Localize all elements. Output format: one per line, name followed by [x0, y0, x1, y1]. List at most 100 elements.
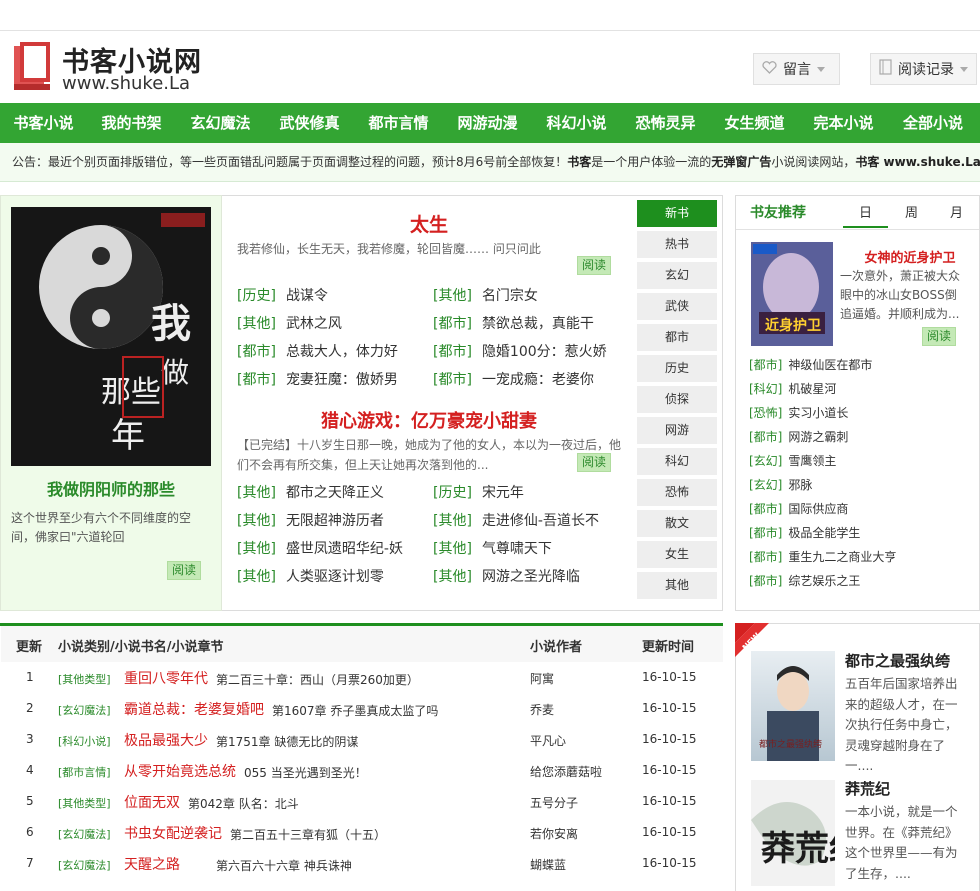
table-row[interactable]: 7 [玄幻魔法] 天醒之路 第六百六十六章 神兵诛神 蝴蝶蓝 16-10-15: [0, 854, 723, 885]
row-book[interactable]: 书虫女配逆袭记: [124, 823, 222, 843]
list2-item[interactable]: [其他] 网游之圣光降临: [433, 566, 580, 586]
table-row[interactable]: 3 [科幻小说] 极品最强大少 第1751章 缺德无比的阴谋 平凡心 16-10…: [0, 730, 723, 761]
row-author[interactable]: 乔麦: [530, 701, 554, 718]
recommend-list-item[interactable]: [恐怖] 实习小道长: [749, 404, 848, 421]
new-book-cover[interactable]: 莽荒纪: [751, 780, 835, 886]
recommend-list-item[interactable]: [玄幻] 雪鹰领主: [749, 452, 836, 469]
tab-month[interactable]: 月: [934, 202, 979, 221]
logo-book-icon[interactable]: [12, 40, 58, 92]
list2-item[interactable]: [历史] 宋元年: [433, 482, 524, 502]
row-chapter[interactable]: 第1607章 乔子墨真成太监了吗: [272, 702, 438, 719]
row-book[interactable]: 天醒之路: [124, 854, 180, 874]
row-chapter[interactable]: 第1751章 缺德无比的阴谋: [216, 733, 358, 750]
row-category[interactable]: [玄幻魔法]: [58, 826, 111, 842]
row-author[interactable]: 蝴蝶蓝: [530, 856, 566, 873]
tab-detective[interactable]: 侦探: [637, 386, 717, 413]
tab-history[interactable]: 历史: [637, 355, 717, 382]
recommend-top-name[interactable]: 女神的近身护卫: [848, 247, 972, 266]
nav-item-scifi[interactable]: 科幻小说: [532, 103, 621, 143]
tab-new[interactable]: 新书: [637, 200, 717, 227]
list1-item[interactable]: [都市] 隐婚100分：惹火娇: [433, 341, 607, 361]
recommend-list-item[interactable]: [都市] 神级仙医在都市: [749, 356, 872, 373]
book1-title[interactable]: 太生: [222, 210, 636, 237]
table-row[interactable]: 4 [都市言情] 从零开始竟选总统 055 当圣光遇到圣光！ 给您添蘑菇啦 16…: [0, 761, 723, 792]
nav-item-fantasy[interactable]: 玄幻魔法: [176, 103, 265, 143]
list2-item[interactable]: [其他] 气尊啸天下: [433, 538, 552, 558]
row-category[interactable]: [玄幻魔法]: [58, 702, 111, 718]
list2-item[interactable]: [其他] 盛世凤遗昭华纪-妖: [237, 538, 403, 558]
tab-day[interactable]: 日: [843, 202, 888, 228]
table-row[interactable]: 1 [其他类型] 重回八零年代 第二百三十章：西山（月票260加更） 阿寓 16…: [0, 668, 723, 699]
nav-item-finished[interactable]: 完本小说: [799, 103, 888, 143]
recommend-list-item[interactable]: [都市] 综艺娱乐之王: [749, 572, 860, 589]
row-chapter[interactable]: 055 当圣光遇到圣光！: [244, 764, 367, 781]
recommend-cover[interactable]: 近身护卫: [751, 242, 833, 346]
list1-item[interactable]: [都市] 宠妻狂魔：傲娇男: [237, 369, 398, 389]
table-row[interactable]: 6 [玄幻魔法] 书虫女配逆袭记 第二百五十三章有狐（十五） 若你安离 16-1…: [0, 823, 723, 854]
tab-prose[interactable]: 散文: [637, 510, 717, 537]
logo-domain[interactable]: www.shuke.La: [62, 73, 190, 94]
row-category[interactable]: [科幻小说]: [58, 733, 111, 749]
featured-title[interactable]: 我做阴阳师的那些: [0, 476, 222, 500]
row-author[interactable]: 若你安离: [530, 825, 578, 842]
row-book[interactable]: 从零开始竟选总统: [124, 761, 236, 781]
row-author[interactable]: 阿寓: [530, 670, 554, 687]
book2-read-button[interactable]: 阅读: [577, 453, 611, 472]
row-category[interactable]: [其他类型]: [58, 671, 111, 687]
nav-item-wuxia[interactable]: 武侠修真: [265, 103, 354, 143]
row-category[interactable]: [都市言情]: [58, 764, 111, 780]
row-category[interactable]: [玄幻魔法]: [58, 857, 111, 873]
message-button[interactable]: 留言: [753, 53, 840, 85]
row-chapter[interactable]: 第二百五十三章有狐（十五）: [230, 826, 386, 843]
list1-item[interactable]: [其他] 名门宗女: [433, 285, 538, 305]
tab-female[interactable]: 女生: [637, 541, 717, 568]
featured-cover[interactable]: 我 做 那些 年: [11, 207, 211, 466]
recommend-list-item[interactable]: [都市] 网游之霸刺: [749, 428, 848, 445]
new-book-title[interactable]: 莽荒纪: [845, 778, 890, 799]
tab-scifi[interactable]: 科幻: [637, 448, 717, 475]
tab-wuxia[interactable]: 武侠: [637, 293, 717, 320]
row-author[interactable]: 给您添蘑菇啦: [530, 763, 602, 780]
table-row[interactable]: 2 [玄幻魔法] 霸道总裁：老婆复婚吧 第1607章 乔子墨真成太监了吗 乔麦 …: [0, 699, 723, 730]
recommend-list-item[interactable]: [都市] 极品全能学生: [749, 524, 860, 541]
row-book[interactable]: 重回八零年代: [124, 668, 208, 688]
nav-item-horror[interactable]: 恐怖灵异: [621, 103, 710, 143]
list2-item[interactable]: [其他] 无限超神游历者: [237, 510, 384, 530]
recommend-list-item[interactable]: [科幻] 机破星河: [749, 380, 836, 397]
row-chapter[interactable]: 第六百六十六章 神兵诛神: [216, 857, 352, 874]
row-chapter[interactable]: 第042章 队名：北斗: [188, 795, 299, 812]
recommend-list-item[interactable]: [都市] 重生九二之商业大亨: [749, 548, 896, 565]
list1-item[interactable]: [历史] 战谋令: [237, 285, 328, 305]
tab-urban[interactable]: 都市: [637, 324, 717, 351]
list2-item[interactable]: [其他] 走进修仙-吾道长不: [433, 510, 599, 530]
book2-title[interactable]: 猎心游戏：亿万豪宠小甜妻: [222, 407, 636, 433]
recommend-list-item[interactable]: [玄幻] 邪脉: [749, 476, 812, 493]
tab-hot[interactable]: 热书: [637, 231, 717, 258]
nav-item-bookshelf[interactable]: 我的书架: [87, 103, 176, 143]
list2-item[interactable]: [其他] 都市之天降正义: [237, 482, 384, 502]
tab-other[interactable]: 其他: [637, 572, 717, 599]
row-book[interactable]: 极品最强大少: [124, 730, 208, 750]
list1-item[interactable]: [都市] 总裁大人，体力好: [237, 341, 398, 361]
tab-horror[interactable]: 恐怖: [637, 479, 717, 506]
tab-fantasy[interactable]: 玄幻: [637, 262, 717, 289]
list1-item[interactable]: [其他] 武林之风: [237, 313, 342, 333]
nav-item-home[interactable]: 书客小说: [0, 103, 87, 143]
recommend-list-item[interactable]: [都市] 国际供应商: [749, 500, 848, 517]
nav-item-all[interactable]: 全部小说: [888, 103, 978, 143]
row-chapter[interactable]: 第二百三十章：西山（月票260加更）: [216, 671, 419, 688]
recommend-read-button[interactable]: 阅读: [922, 327, 956, 346]
list1-item[interactable]: [都市] 一宠成瘾：老婆你: [433, 369, 594, 389]
row-category[interactable]: [其他类型]: [58, 795, 111, 811]
row-author[interactable]: 五号分子: [530, 794, 578, 811]
reading-history-button[interactable]: 阅读记录: [870, 53, 977, 85]
list2-item[interactable]: [其他] 人类驱逐计划零: [237, 566, 384, 586]
row-author[interactable]: 平凡心: [530, 732, 566, 749]
table-row[interactable]: 5 [其他类型] 位面无双 第042章 队名：北斗 五号分子 16-10-15: [0, 792, 723, 823]
row-book[interactable]: 霸道总裁：老婆复婚吧: [124, 699, 264, 719]
new-book-cover[interactable]: 都市之最强纨绔: [751, 651, 835, 761]
tab-game[interactable]: 网游: [637, 417, 717, 444]
nav-item-female[interactable]: 女生频道: [710, 103, 799, 143]
book1-read-button[interactable]: 阅读: [577, 256, 611, 275]
featured-read-button[interactable]: 阅读: [167, 561, 201, 580]
